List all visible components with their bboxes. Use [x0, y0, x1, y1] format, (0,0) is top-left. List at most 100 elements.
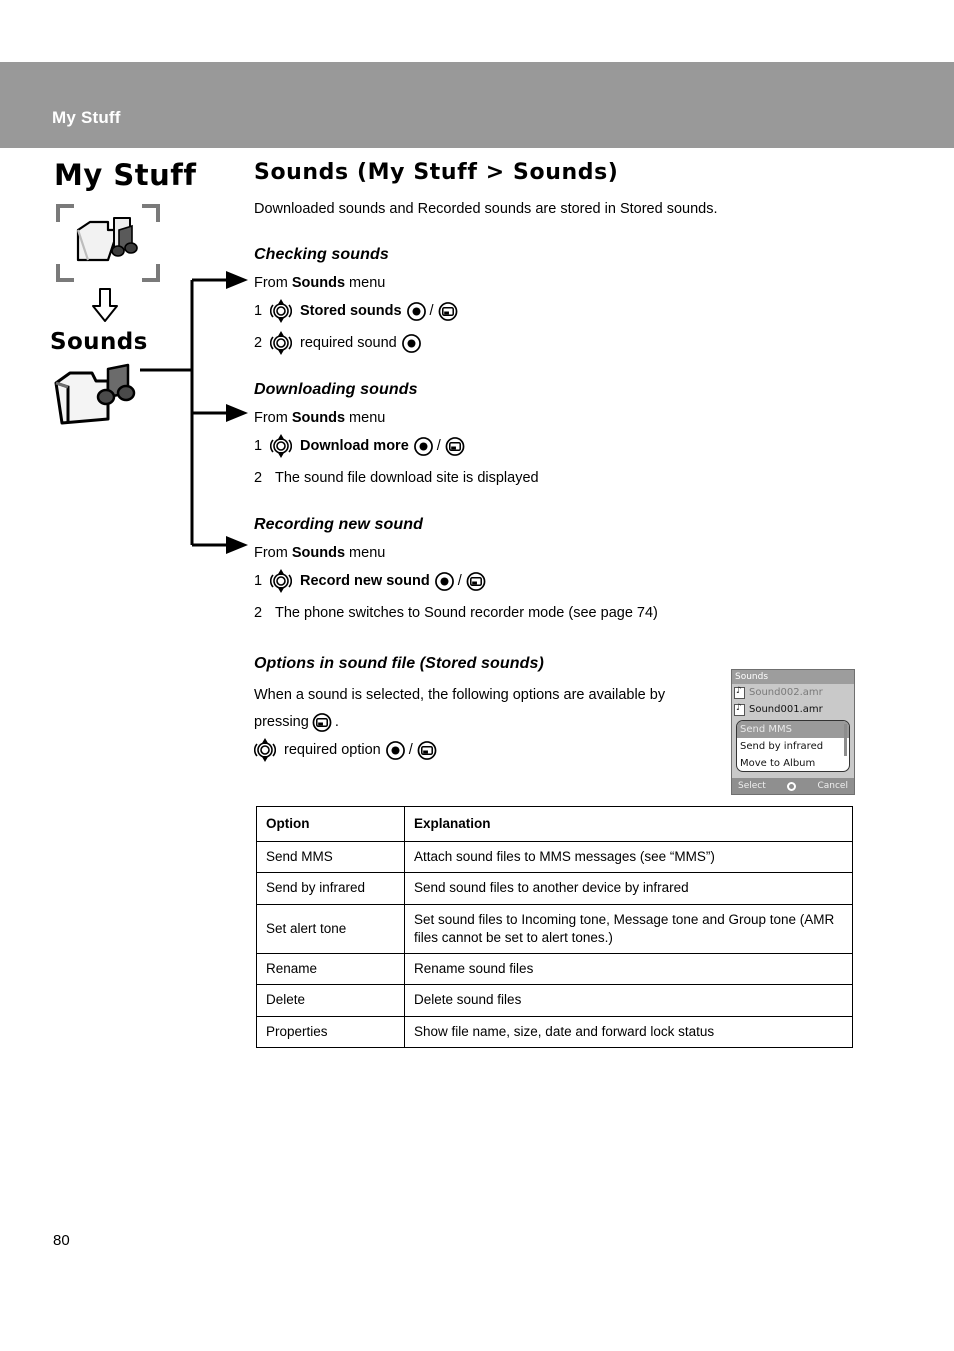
- cell-explanation: Delete sound files: [404, 984, 853, 1017]
- step-number: 2: [254, 470, 263, 487]
- options-popup-menu: Send MMS Send by infrared Move to Album: [736, 720, 850, 772]
- music-note-icon: [734, 703, 745, 716]
- phone-screen-title: Sounds: [732, 670, 854, 684]
- arrowheads: [226, 271, 248, 554]
- cell-option: Set alert tone: [256, 903, 405, 955]
- step-label: The sound file download site is displaye…: [275, 470, 539, 487]
- ok-button-icon[interactable]: [787, 781, 797, 791]
- step-separator: /: [429, 303, 434, 320]
- softkey-icon: [445, 436, 465, 456]
- step-row: 2 required sound: [254, 331, 874, 356]
- table-row: Set alert tone Set sound files to Incomi…: [256, 903, 853, 955]
- softkey-left-label[interactable]: Select: [738, 781, 766, 791]
- phone-softkey-bar: Select Cancel: [732, 778, 854, 794]
- from-menu-line-checking: From Sounds menu: [254, 275, 874, 291]
- table-row: Rename Rename sound files: [256, 953, 853, 986]
- cell-explanation: Rename sound files: [404, 953, 853, 986]
- from-suffix: menu: [345, 410, 386, 427]
- flow-connectors: [140, 271, 248, 554]
- heading-recording-new-sound: Recording new sound: [254, 516, 424, 534]
- table-header-row: Option Explanation: [256, 805, 853, 843]
- table-row: Send by infrared Send sound files to ano…: [256, 872, 853, 905]
- step-number: 1: [254, 438, 263, 455]
- step-row: 2 The phone switches to Sound recorder m…: [254, 601, 874, 625]
- from-menu-line-downloading: From Sounds menu: [254, 410, 874, 426]
- cell-option: Delete: [256, 984, 405, 1017]
- table-row: Send MMS Attach sound files to MMS messa…: [256, 841, 853, 874]
- column-header-option: Option: [256, 805, 405, 843]
- softkey-icon: [438, 301, 457, 321]
- from-prefix: From: [254, 410, 292, 427]
- popup-scrollbar[interactable]: [844, 724, 847, 756]
- step-label: Stored sounds: [300, 303, 402, 320]
- bracket-corner-top-right: [142, 203, 160, 222]
- cell-option: Send MMS: [256, 841, 405, 874]
- step-label: required sound: [300, 335, 397, 352]
- from-suffix: menu: [345, 545, 386, 562]
- navigation-key-icon: [270, 331, 292, 356]
- page-title: Sounds (My Stuff > Sounds): [254, 160, 619, 185]
- phone-file-list: Sound002.amr Sound001.amr: [732, 684, 854, 718]
- navigation-key-icon: [270, 569, 292, 594]
- softkey-icon: [466, 571, 486, 591]
- cell-option: Rename: [256, 953, 405, 986]
- select-key-icon: [401, 333, 421, 353]
- sounds-folder-icon: [54, 363, 136, 425]
- step-separator: /: [436, 438, 441, 455]
- heading-checking-sounds: Checking sounds: [254, 246, 389, 264]
- from-menu-name: Sounds: [291, 545, 346, 562]
- column-header-explanation: Explanation: [404, 805, 853, 843]
- down-arrow-icon: [92, 287, 118, 322]
- sidebar-title: My Stuff: [54, 158, 197, 192]
- from-prefix: From: [254, 275, 292, 292]
- select-key-icon: [413, 436, 433, 456]
- step-number: 1: [254, 303, 263, 320]
- page-number: 80: [53, 1232, 70, 1249]
- popup-menu-item[interactable]: Move to Album: [737, 755, 849, 771]
- from-menu-name: Sounds: [291, 410, 346, 427]
- from-menu-name: Sounds: [291, 275, 346, 292]
- intro-paragraph: Downloaded sounds and Recorded sounds ar…: [254, 201, 718, 217]
- list-item[interactable]: Sound002.amr: [732, 684, 854, 701]
- cell-explanation: Show file name, size, date and forward l…: [404, 1015, 853, 1048]
- cell-explanation: Send sound files to another device by in…: [404, 872, 853, 905]
- step-row: 1 Stored sounds /: [254, 299, 874, 324]
- from-suffix: menu: [345, 275, 386, 292]
- options-table: Option Explanation Send MMS Attach sound…: [256, 805, 853, 1048]
- select-key-icon: [385, 740, 405, 760]
- heading-downloading-sounds: Downloading sounds: [254, 381, 418, 399]
- cell-explanation: Attach sound files to MMS messages (see …: [404, 841, 853, 874]
- select-key-icon: [406, 301, 426, 321]
- cell-explanation: Set sound files to Incoming tone, Messag…: [404, 903, 853, 955]
- step-label: The phone switches to Sound recorder mod…: [275, 605, 658, 622]
- popup-menu-item[interactable]: Send MMS: [737, 721, 849, 738]
- softkey-icon: [312, 712, 332, 732]
- period-label: .: [334, 714, 339, 731]
- table-row: Properties Show file name, size, date an…: [256, 1015, 853, 1048]
- page-header-band: [0, 62, 954, 148]
- file-name: Sound002.amr: [749, 687, 823, 698]
- from-menu-line-recording: From Sounds menu: [254, 545, 874, 561]
- step-label: Download more: [300, 438, 409, 455]
- step-row: 1 Record new sound /: [254, 569, 874, 594]
- list-item[interactable]: Sound001.amr: [732, 701, 854, 718]
- bracket-corner-bottom-left: [56, 263, 74, 282]
- softkey-right-label[interactable]: Cancel: [817, 781, 848, 791]
- from-prefix: From: [254, 545, 292, 562]
- select-key-icon: [434, 571, 454, 591]
- step-number: 2: [254, 335, 263, 352]
- navigation-key-icon: [270, 299, 292, 324]
- step-row: 2 The sound file download site is displa…: [254, 466, 874, 490]
- step-separator: /: [457, 573, 462, 590]
- navigation-key-icon: [270, 434, 292, 459]
- step-label: Record new sound: [300, 573, 430, 590]
- step-separator: /: [408, 742, 413, 759]
- step-number: 1: [254, 573, 263, 590]
- music-note-icon: [734, 686, 745, 699]
- press-label: pressing: [254, 714, 309, 731]
- popup-menu-item[interactable]: Send by infrared: [737, 738, 849, 755]
- navigation-key-icon: [254, 738, 276, 763]
- file-name: Sound001.amr: [749, 704, 823, 715]
- cell-option: Send by infrared: [256, 872, 405, 905]
- softkey-icon: [417, 740, 437, 760]
